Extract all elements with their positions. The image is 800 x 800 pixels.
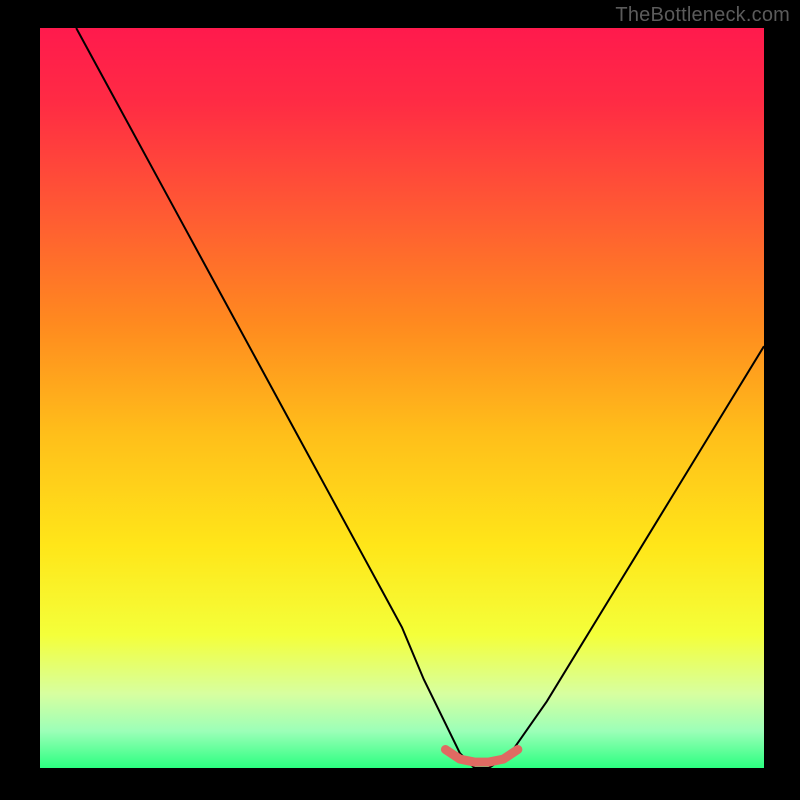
plot-area	[40, 28, 764, 768]
gradient-background	[40, 28, 764, 768]
chart-svg	[40, 28, 764, 768]
watermark-text: TheBottleneck.com	[615, 4, 790, 27]
chart-frame: TheBottleneck.com	[0, 0, 800, 800]
